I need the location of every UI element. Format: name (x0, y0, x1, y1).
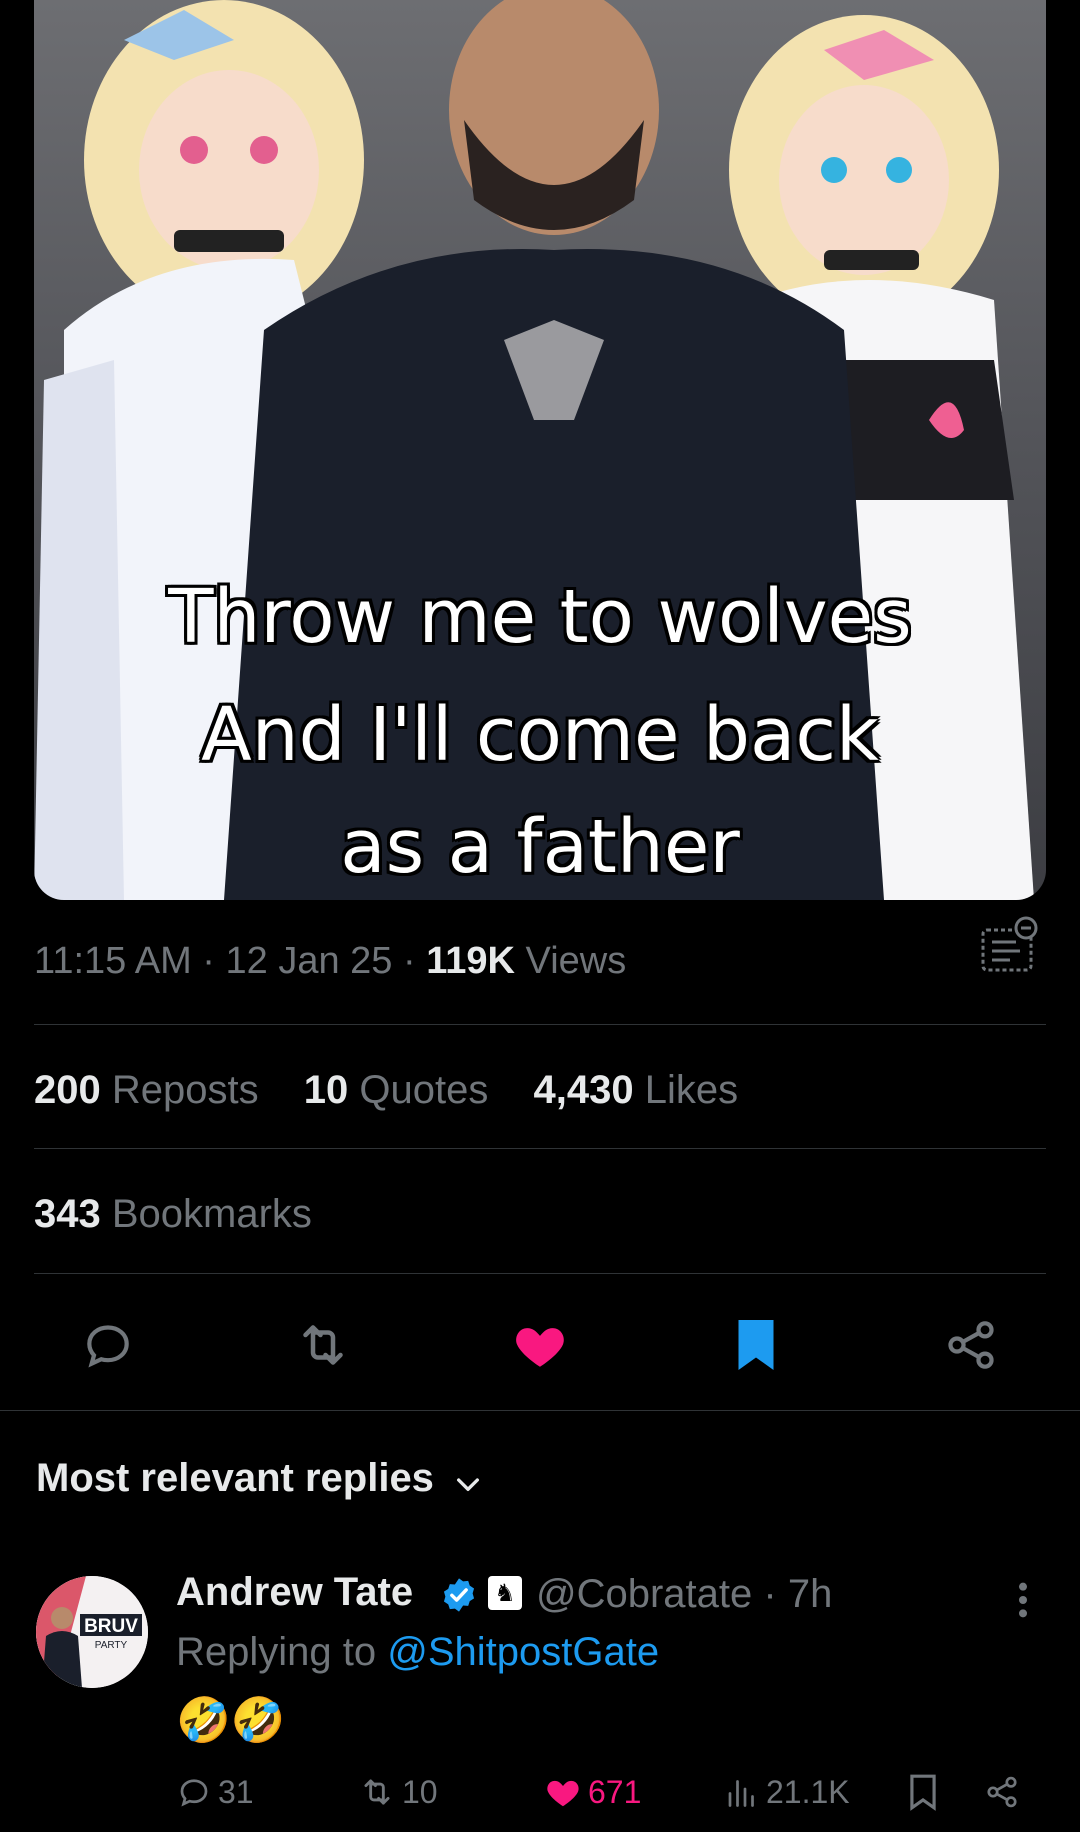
reposts-stat[interactable]: 200 Reposts (34, 1068, 259, 1112)
post-date: 12 Jan 25 (225, 940, 393, 982)
divider (34, 1148, 1046, 1149)
reply-button[interactable] (73, 1310, 143, 1380)
post-analytics-icon[interactable] (980, 916, 1038, 974)
post-meta: 11:15 AM · 12 Jan 25 · 119K Views (34, 940, 626, 983)
replying-to-line: Replying to @ShitpostGate (176, 1630, 659, 1675)
replying-to-link[interactable]: @ShitpostGate (387, 1630, 659, 1674)
views-label: Views (525, 940, 627, 982)
reply-handle-time: @Cobratate · 7h (536, 1572, 832, 1617)
share-button[interactable] (936, 1310, 1006, 1380)
reply-action-bar: 31 10 671 21.1K (0, 1768, 1080, 1816)
caption-line-2: And I'll come back (201, 692, 879, 778)
heart-icon (516, 1328, 564, 1367)
caption-line-3: as a father (340, 804, 740, 890)
replying-prefix: Replying to (176, 1630, 377, 1674)
reply-repost-button[interactable]: 10 (358, 1768, 438, 1816)
more-options-icon[interactable] (1012, 1580, 1034, 1620)
views-count: 119K (426, 940, 515, 982)
repost-icon (364, 1779, 390, 1805)
bookmark-icon (738, 1320, 774, 1370)
reply-bookmark-button[interactable] (906, 1768, 940, 1816)
share-icon (948, 1321, 994, 1369)
views-icon (728, 1780, 754, 1807)
chevron-down-icon[interactable] (452, 1468, 484, 1500)
repost-button[interactable] (288, 1310, 358, 1380)
heart-icon (547, 1780, 579, 1807)
meta-separator: · (202, 940, 215, 982)
repost-count: 10 (402, 1773, 438, 1810)
reply-handle[interactable]: @Cobratate (536, 1572, 752, 1616)
bookmarks-stat[interactable]: 343 Bookmarks (34, 1192, 312, 1236)
avatar-title: BRUV (84, 1616, 138, 1637)
like-button[interactable] (505, 1310, 575, 1380)
likes-stat[interactable]: 4,430 Likes (533, 1068, 738, 1112)
reply-reply-button[interactable]: 31 (176, 1768, 254, 1816)
post-time: 11:15 AM (34, 940, 192, 982)
views-count: 21.1K (766, 1773, 850, 1810)
avatar[interactable]: BRUV PARTY (36, 1576, 148, 1688)
affiliate-badge-icon[interactable]: ♞ (488, 1576, 522, 1610)
quotes-stat[interactable]: 10 Quotes (304, 1068, 489, 1112)
reply-icon (180, 1779, 208, 1807)
bookmark-button[interactable] (721, 1310, 791, 1380)
repost-icon (303, 1325, 343, 1365)
reply-author-name[interactable]: Andrew Tate (176, 1570, 413, 1615)
reply-time: 7h (787, 1572, 833, 1616)
reply-like-button[interactable]: 671 (544, 1768, 641, 1816)
section-divider (0, 1410, 1080, 1411)
reply-icon (87, 1325, 129, 1368)
reply-count: 31 (218, 1773, 254, 1810)
reply-content: 🤣🤣 (176, 1696, 286, 1745)
reply-views-button[interactable]: 21.1K (724, 1768, 850, 1816)
divider (34, 1273, 1046, 1274)
tweet-media-image[interactable]: Throw me to wolves And I'll come back as… (34, 0, 1046, 900)
action-bar (0, 1310, 1080, 1380)
caption-line-1: Throw me to wolves (168, 574, 912, 660)
divider (34, 1024, 1046, 1025)
engagement-stats: 200 Reposts 10 Quotes 4,430 Likes (34, 1068, 772, 1113)
bookmarks-stats: 343 Bookmarks (34, 1192, 346, 1237)
avatar-subtitle: PARTY (95, 1640, 128, 1651)
replies-sort-toggle[interactable]: Most relevant replies (36, 1456, 434, 1501)
reply-share-button[interactable] (984, 1768, 1020, 1816)
verified-badge-icon (443, 1578, 475, 1612)
bookmark-icon (910, 1774, 936, 1811)
meta-separator: · (403, 940, 416, 982)
like-count: 671 (588, 1773, 642, 1810)
meta-separator: · (763, 1572, 777, 1616)
share-icon (987, 1776, 1017, 1808)
